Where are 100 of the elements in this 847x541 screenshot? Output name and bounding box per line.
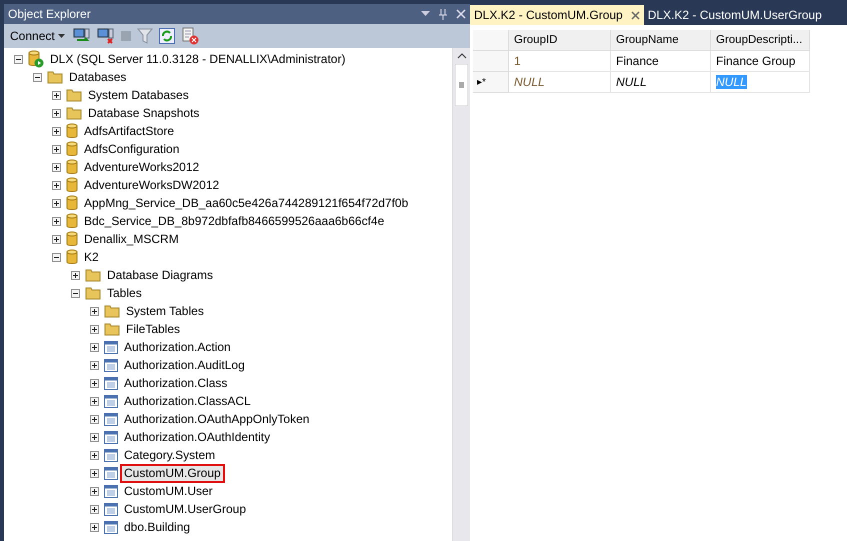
script-delete-icon[interactable] <box>180 27 199 45</box>
tree-item[interactable]: Database Diagrams <box>103 266 218 284</box>
database-icon <box>66 159 78 175</box>
tree-item[interactable]: CustomUM.Group <box>120 464 225 482</box>
expand-button[interactable] <box>90 360 99 370</box>
folder-icon <box>104 304 120 318</box>
panel-title: Object Explorer <box>8 7 92 21</box>
tree-item[interactable]: AdfsConfiguration <box>80 140 184 158</box>
database-icon <box>66 123 78 139</box>
tree-item[interactable]: Database Snapshots <box>84 104 204 122</box>
plus-icon <box>91 326 98 332</box>
expand-button[interactable] <box>90 432 99 442</box>
plus-icon <box>91 470 98 476</box>
expand-button[interactable] <box>52 108 61 118</box>
collapse-button[interactable] <box>14 54 23 64</box>
tree-item[interactable]: Tables <box>103 284 146 302</box>
row-header[interactable]: ▸* <box>473 72 509 93</box>
database-icon <box>66 141 78 157</box>
document-tab[interactable]: DLX.K2 - CustomUM.Group <box>470 5 644 25</box>
collapse-button[interactable] <box>52 252 61 262</box>
table-cell[interactable]: Finance <box>611 51 711 72</box>
tree-item[interactable]: Authorization.Action <box>120 338 235 356</box>
database-icon <box>66 213 78 229</box>
expand-button[interactable] <box>52 216 61 226</box>
collapse-button[interactable] <box>33 72 42 82</box>
tree-item[interactable]: CustomUM.User <box>120 482 217 500</box>
tree-item[interactable]: Category.System <box>120 446 220 464</box>
plus-icon <box>91 344 98 350</box>
expand-button[interactable] <box>90 486 99 496</box>
table-icon <box>104 484 118 498</box>
expand-button[interactable] <box>90 342 99 352</box>
table-cell[interactable]: NULL <box>611 72 711 93</box>
expand-button[interactable] <box>52 144 61 154</box>
expand-button[interactable] <box>52 90 61 100</box>
plus-icon <box>53 128 60 134</box>
column-header[interactable]: GroupName <box>611 30 711 51</box>
plus-icon <box>91 452 98 458</box>
tree-item[interactable]: Bdc_Service_DB_8b972dbfafb8466599526aaa6b66cf4e <box>80 212 388 230</box>
column-header[interactable]: GroupID <box>509 30 611 51</box>
expand-button[interactable] <box>90 396 99 406</box>
tree-item[interactable]: DLX (SQL Server 11.0.3128 - DENALLIX\Administrator) <box>46 50 350 68</box>
plus-icon <box>91 416 98 422</box>
tree-item[interactable]: System Tables <box>122 302 208 320</box>
table-icon <box>104 520 118 534</box>
tree-item[interactable]: Authorization.OAuthIdentity <box>120 428 274 446</box>
table-cell[interactable]: 1 <box>509 51 611 72</box>
connect-button[interactable]: Connect <box>8 29 67 43</box>
tree-item[interactable]: Authorization.OAuthAppOnlyToken <box>120 410 314 428</box>
expand-button[interactable] <box>90 504 99 514</box>
tree-item[interactable]: Authorization.AuditLog <box>120 356 249 374</box>
expand-button[interactable] <box>90 450 99 460</box>
tree-item[interactable]: AppMng_Service_DB_aa60c5e426a744289121f654f72d7f0b <box>80 194 412 212</box>
expand-button[interactable] <box>90 378 99 388</box>
expand-button[interactable] <box>90 324 99 334</box>
plus-icon <box>91 434 98 440</box>
tree-item[interactable]: FileTables <box>122 320 184 338</box>
expand-button[interactable] <box>52 162 61 172</box>
tree-item[interactable]: Denallix_MSCRM <box>80 230 183 248</box>
folder-icon <box>85 268 101 282</box>
table-icon <box>104 394 118 408</box>
pin-icon[interactable] <box>436 8 450 20</box>
table-icon <box>104 376 118 390</box>
expand-button[interactable] <box>52 126 61 136</box>
folder-icon <box>66 88 82 102</box>
table-cell[interactable]: NULL <box>509 72 611 93</box>
expand-button[interactable] <box>52 180 61 190</box>
column-header[interactable]: GroupDescripti... <box>711 30 810 51</box>
table-cell[interactable]: Finance Group <box>711 51 810 72</box>
tree-item[interactable]: AdventureWorks2012 <box>80 158 204 176</box>
expand-button[interactable] <box>90 414 99 424</box>
tree-item[interactable]: AdventureWorksDW2012 <box>80 176 224 194</box>
plus-icon <box>53 110 60 116</box>
table-icon <box>104 448 118 462</box>
scrollbar-thumb[interactable] <box>455 64 468 106</box>
plus-icon <box>91 506 98 512</box>
plus-icon <box>53 200 60 206</box>
connect-icon[interactable] <box>72 28 91 44</box>
tree-item[interactable]: Authorization.ClassACL <box>120 392 255 410</box>
tree-item[interactable]: dbo.Building <box>120 518 194 536</box>
disconnect-icon[interactable] <box>96 28 115 44</box>
plus-icon <box>91 488 98 494</box>
tree-item[interactable]: AdfsArtifactStore <box>80 122 178 140</box>
dropdown-icon[interactable] <box>421 11 430 17</box>
collapse-button[interactable] <box>71 288 80 298</box>
expand-button[interactable] <box>90 468 99 478</box>
expand-button[interactable] <box>52 198 61 208</box>
tree-item[interactable]: Databases <box>65 68 130 86</box>
expand-button[interactable] <box>52 234 61 244</box>
tree-item[interactable]: CustomUM.UserGroup <box>120 500 250 518</box>
refresh-icon[interactable] <box>158 28 175 44</box>
expand-button[interactable] <box>90 306 99 316</box>
tree-item[interactable]: K2 <box>80 248 103 266</box>
expand-button[interactable] <box>71 270 80 280</box>
tree-item[interactable]: System Databases <box>84 86 193 104</box>
table-icon <box>104 466 118 480</box>
expand-button[interactable] <box>90 522 99 532</box>
plus-icon <box>91 380 98 386</box>
close-icon[interactable] <box>630 10 640 20</box>
document-tab[interactable]: DLX.K2 - CustomUM.UserGroup <box>644 5 826 25</box>
tree-item[interactable]: Authorization.Class <box>120 374 232 392</box>
